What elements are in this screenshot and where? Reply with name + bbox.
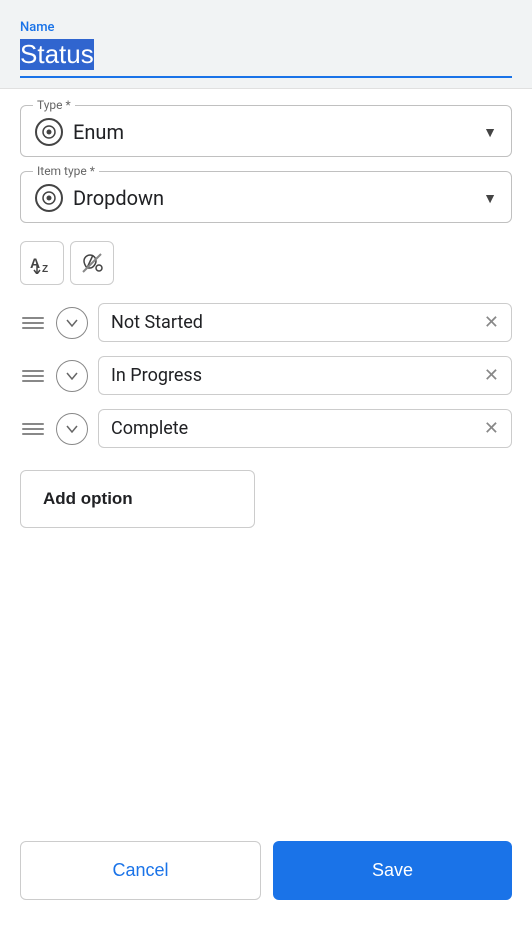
option-color-button-2[interactable] bbox=[56, 360, 88, 392]
item-type-field-left: Dropdown bbox=[35, 184, 164, 212]
table-row: Not Started ✕ bbox=[20, 303, 512, 342]
type-field-row: Enum ▼ bbox=[35, 114, 497, 146]
name-input[interactable] bbox=[20, 39, 512, 70]
type-field-group: Type * Enum ▼ bbox=[20, 105, 512, 157]
name-section: Name bbox=[0, 0, 532, 88]
svg-text:Z: Z bbox=[42, 264, 48, 274]
option-label-2: In Progress bbox=[111, 365, 202, 386]
svg-text:A: A bbox=[30, 255, 40, 271]
type-field-value: Enum bbox=[73, 120, 124, 144]
option-color-button-3[interactable] bbox=[56, 413, 88, 445]
table-row: In Progress ✕ bbox=[20, 356, 512, 395]
item-type-dropdown-arrow[interactable]: ▼ bbox=[483, 190, 497, 207]
item-type-field-value: Dropdown bbox=[73, 186, 164, 210]
option-color-button-1[interactable] bbox=[56, 307, 88, 339]
type-circle-icon bbox=[35, 118, 63, 146]
toolbar-row: A Z bbox=[20, 241, 512, 285]
add-option-button[interactable]: Add option bbox=[20, 470, 255, 528]
type-dropdown-arrow[interactable]: ▼ bbox=[483, 124, 497, 141]
table-row: Complete ✕ bbox=[20, 409, 512, 448]
drag-handle-2[interactable] bbox=[20, 366, 46, 386]
option-remove-button-1[interactable]: ✕ bbox=[484, 312, 499, 333]
item-type-circle-icon bbox=[35, 184, 63, 212]
bottom-row: Cancel Save bbox=[0, 821, 532, 928]
body-section: Type * Enum ▼ Item type * bbox=[0, 89, 532, 821]
dialog-card: Name Type * Enum ▼ bbox=[0, 0, 532, 928]
item-type-field-label: Item type * bbox=[33, 164, 99, 178]
option-label-1: Not Started bbox=[111, 312, 203, 333]
option-input-wrap-2: In Progress ✕ bbox=[98, 356, 512, 395]
drag-handle-3[interactable] bbox=[20, 419, 46, 439]
option-remove-button-2[interactable]: ✕ bbox=[484, 365, 499, 386]
option-remove-button-3[interactable]: ✕ bbox=[484, 418, 499, 439]
save-button[interactable]: Save bbox=[273, 841, 512, 900]
no-color-button[interactable] bbox=[70, 241, 114, 285]
name-input-wrap bbox=[20, 39, 512, 78]
cancel-button[interactable]: Cancel bbox=[20, 841, 261, 900]
az-sort-button[interactable]: A Z bbox=[20, 241, 64, 285]
type-field-label: Type * bbox=[33, 98, 75, 112]
name-label: Name bbox=[20, 20, 512, 35]
option-label-3: Complete bbox=[111, 418, 188, 439]
item-type-field-row: Dropdown ▼ bbox=[35, 180, 497, 212]
option-input-wrap-1: Not Started ✕ bbox=[98, 303, 512, 342]
type-field-left: Enum bbox=[35, 118, 124, 146]
drag-handle-1[interactable] bbox=[20, 313, 46, 333]
options-list: Not Started ✕ In Progress ✕ bbox=[20, 303, 512, 448]
item-type-field-group: Item type * Dropdown ▼ bbox=[20, 171, 512, 223]
option-input-wrap-3: Complete ✕ bbox=[98, 409, 512, 448]
